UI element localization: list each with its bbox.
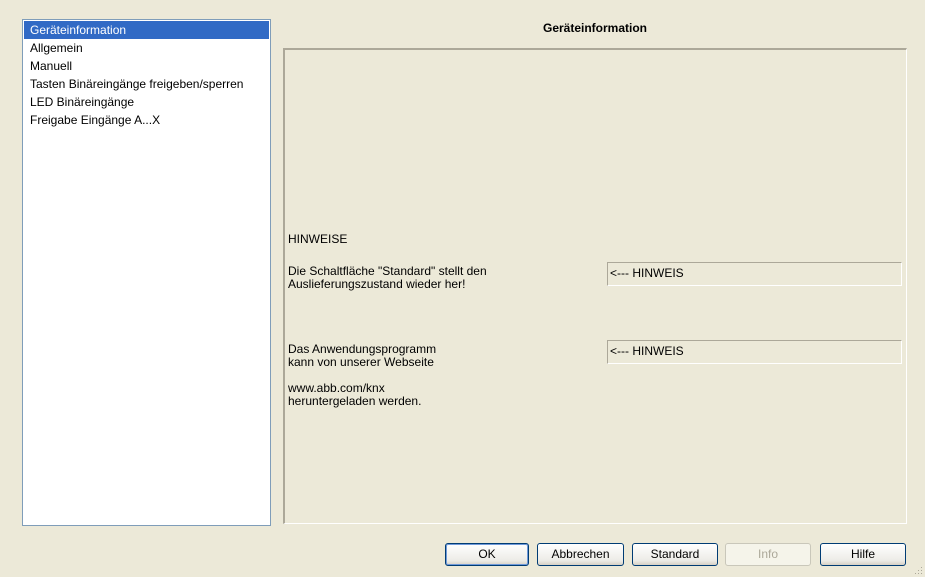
- hinweise-heading: HINWEISE: [288, 232, 348, 246]
- note-standard-line2: Auslieferungszustand wieder her!: [288, 277, 466, 291]
- sidebar-item-manuell[interactable]: Manuell: [24, 57, 269, 75]
- hint-field-program: <--- HINWEIS: [607, 340, 902, 364]
- sidebar-list[interactable]: Geräteinformation Allgemein Manuell Tast…: [22, 19, 271, 526]
- sidebar-item-tasten-binaereingaenge[interactable]: Tasten Binäreingänge freigeben/sperren: [24, 75, 269, 93]
- page-title: Geräteinformation: [542, 21, 647, 35]
- note-program-line2: kann von unserer Webseite: [288, 355, 434, 369]
- sidebar-item-allgemein[interactable]: Allgemein: [24, 39, 269, 57]
- resize-grip-icon[interactable]: [913, 565, 923, 575]
- sidebar-item-freigabe-eingaenge[interactable]: Freigabe Eingänge A...X: [24, 111, 269, 129]
- standard-button[interactable]: Standard: [632, 543, 718, 566]
- sidebar-item-led-binaereingaenge[interactable]: LED Binäreingänge: [24, 93, 269, 111]
- sidebar-item-geraeteinformation[interactable]: Geräteinformation: [24, 21, 269, 39]
- note-url-line2: heruntergeladen werden.: [288, 394, 422, 408]
- info-button: Info: [725, 543, 811, 566]
- hint-field-standard: <--- HINWEIS: [607, 262, 902, 286]
- cancel-button[interactable]: Abbrechen: [537, 543, 624, 566]
- help-button[interactable]: Hilfe: [820, 543, 906, 566]
- ok-button[interactable]: OK: [445, 543, 529, 566]
